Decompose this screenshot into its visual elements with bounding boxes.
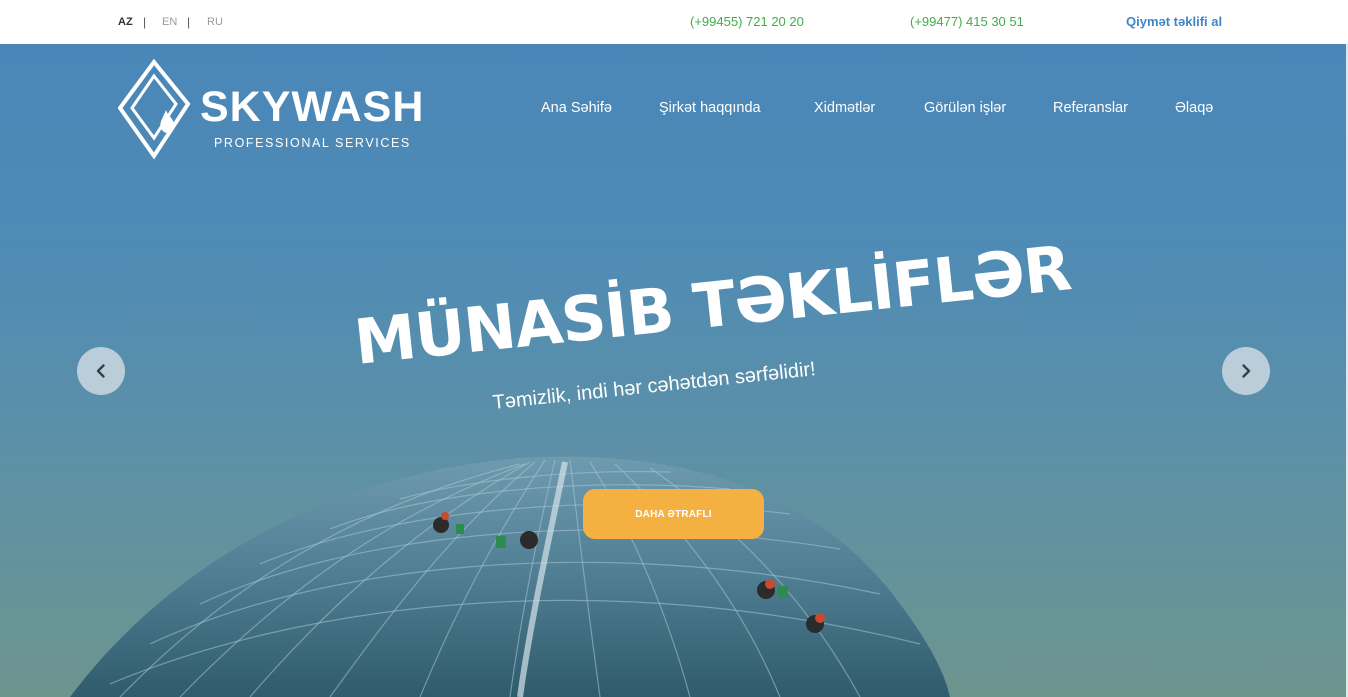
nav-references[interactable]: Referanslar [1053,100,1128,116]
nav-about[interactable]: Şirkət haqqında [659,100,761,116]
nav-home[interactable]: Ana Səhifə [541,100,612,116]
phone-number-2[interactable]: (+99477) 415 30 51 [910,14,1024,29]
hero-slider: SKYWASH PROFESSIONAL SERVICES Ana Səhifə… [0,44,1348,697]
top-bar: AZ | EN | RU (+99455) 721 20 20 (+99477)… [0,0,1348,44]
phone-number-1[interactable]: (+99455) 721 20 20 [690,14,804,29]
chevron-right-icon [1242,364,1251,378]
lang-az[interactable]: AZ [118,16,133,28]
lang-en[interactable]: EN [162,16,177,28]
more-info-button[interactable]: DAHA ƏTRAFLI [583,489,764,539]
slider-next-button[interactable] [1222,347,1270,395]
nav-contact[interactable]: Əlaqə [1175,100,1213,116]
chevron-left-icon [96,364,105,378]
logo-name: SKYWASH [200,83,425,131]
lang-separator: | [143,15,147,29]
nav-projects[interactable]: Görülən işlər [924,100,1006,116]
get-quote-link[interactable]: Qiymət təklifi al [1126,14,1222,29]
lang-ru[interactable]: RU [207,16,223,28]
lang-separator: | [187,15,191,29]
logo-tagline: PROFESSIONAL SERVICES [214,136,411,150]
skywash-logo[interactable]: SKYWASH PROFESSIONAL SERVICES [118,58,428,160]
logo-diamond-icon [118,58,191,160]
slider-prev-button[interactable] [77,347,125,395]
nav-services[interactable]: Xidmətlər [814,100,875,116]
